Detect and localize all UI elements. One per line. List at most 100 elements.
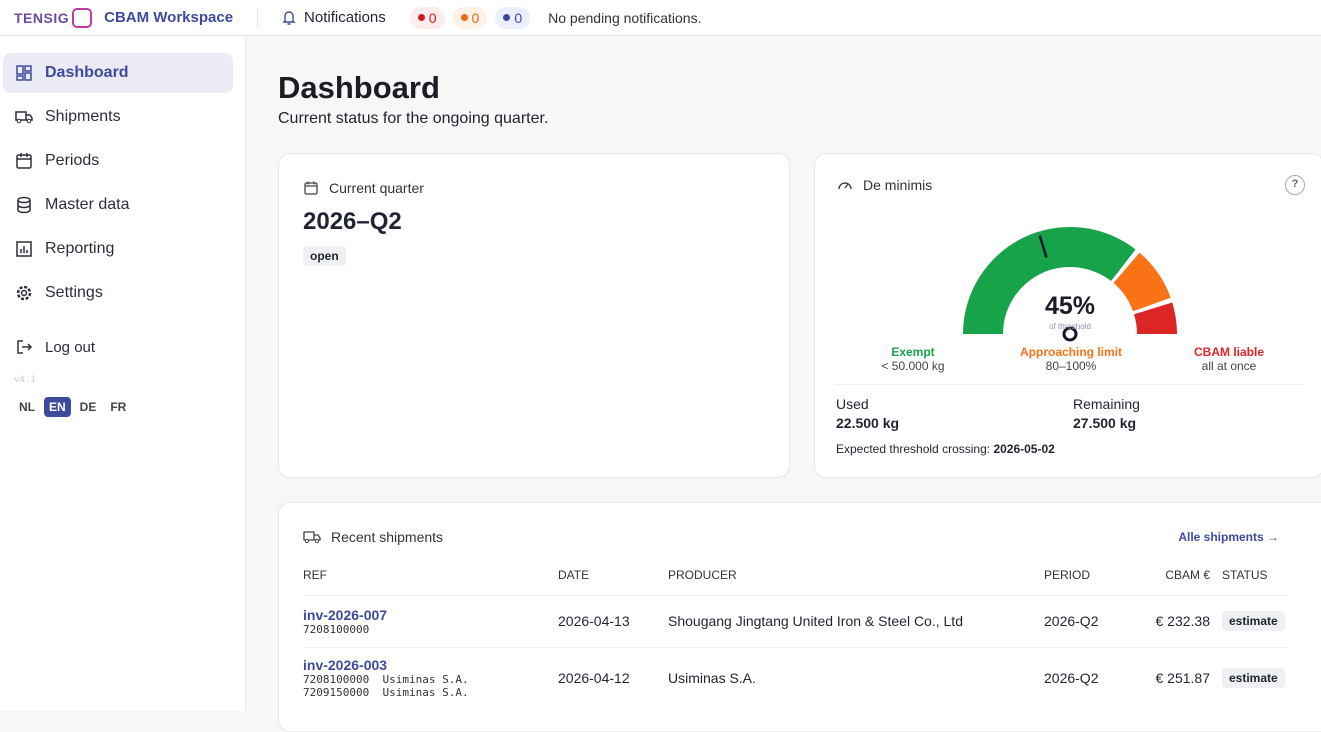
- logo-text: TENSIG: [14, 10, 69, 26]
- sidebar-item-label: Periods: [45, 152, 99, 170]
- logo[interactable]: TENSIG: [14, 8, 92, 28]
- sidebar-item-label: Shipments: [45, 108, 121, 126]
- zone-name: Approaching limit: [1001, 345, 1141, 359]
- sidebar-item-label: Settings: [45, 284, 103, 302]
- page-subtitle: Current status for the ongoing quarter.: [278, 110, 548, 128]
- sidebar-item-master-data[interactable]: Master data: [3, 185, 233, 225]
- status-badge: open: [303, 246, 346, 266]
- column-header[interactable]: PERIOD: [1044, 565, 1132, 595]
- column-header[interactable]: STATUS: [1222, 565, 1289, 595]
- gauge-legend-item: CBAM liableall at once: [1159, 345, 1299, 373]
- used-label: Used: [836, 396, 899, 412]
- database-icon: [15, 196, 33, 214]
- zone-desc: 80–100%: [1046, 359, 1097, 373]
- period-cell: 2026-Q2: [1044, 647, 1132, 709]
- zone-desc: all at once: [1202, 359, 1257, 373]
- language-de[interactable]: DE: [75, 397, 102, 417]
- zone-name: Exempt: [843, 345, 983, 359]
- table-row[interactable]: inv-2026-00772081000002026-04-13Shougang…: [303, 595, 1289, 647]
- cn-code-line: 7209150000 Usiminas S.A.: [303, 686, 558, 699]
- language-fr[interactable]: FR: [105, 397, 131, 417]
- page-header: Dashboard Current status for the ongoing…: [278, 70, 548, 128]
- cn-code-line: 7208100000: [303, 623, 558, 636]
- card-title: Recent shipments: [331, 529, 443, 545]
- gauge-percent: 45%: [815, 292, 1321, 321]
- sidebar-item-settings[interactable]: Settings: [3, 273, 233, 313]
- sidebar-item-periods[interactable]: Periods: [3, 141, 233, 181]
- logout-label: Log out: [45, 339, 95, 356]
- crossing-label: Expected threshold crossing:: [836, 442, 990, 456]
- zone-name: CBAM liable: [1159, 345, 1299, 359]
- language-switcher: NLENDEFR: [14, 397, 131, 417]
- language-nl[interactable]: NL: [14, 397, 40, 417]
- crossing-date: 2026-05-02: [993, 442, 1054, 456]
- shipment-ref-link[interactable]: inv-2026-003: [303, 657, 558, 673]
- table-row[interactable]: inv-2026-0037208100000 Usiminas S.A.7209…: [303, 647, 1289, 709]
- status-dot-icon: [503, 14, 510, 21]
- sidebar-item-label: Dashboard: [45, 64, 129, 82]
- period-cell: 2026-Q2: [1044, 595, 1132, 647]
- notifications-label: Notifications: [304, 9, 386, 26]
- shipments-table: REFDATEPRODUCERPERIODCBAM €STATUS inv-20…: [303, 565, 1289, 709]
- count: 0: [514, 10, 522, 26]
- logout-button[interactable]: Log out: [3, 327, 233, 367]
- card-title: Current quarter: [329, 180, 424, 196]
- producer-cell: Shougang Jingtang United Iron & Steel Co…: [668, 595, 1044, 647]
- gear-icon: [15, 284, 33, 302]
- app-title: CBAM Workspace: [104, 9, 233, 26]
- de-minimis-card: De minimis ? 45% of threshold Exempt< 50…: [814, 153, 1321, 478]
- status-dot-icon: [461, 14, 468, 21]
- language-en[interactable]: EN: [44, 397, 71, 417]
- logout-icon: [15, 338, 33, 356]
- cbam-cell: € 232.38: [1132, 595, 1222, 647]
- column-header[interactable]: REF: [303, 565, 558, 595]
- quarter-value: 2026–Q2: [303, 208, 765, 236]
- gauge-legend-item: Approaching limit80–100%: [1001, 345, 1141, 373]
- sidebar-item-reporting[interactable]: Reporting: [3, 229, 233, 269]
- truck-icon: [303, 530, 321, 544]
- divider: [835, 384, 1305, 385]
- count: 0: [472, 10, 480, 26]
- notification-count-badge[interactable]: 0: [453, 7, 488, 29]
- grid-icon: [15, 64, 33, 82]
- status-badge: estimate: [1222, 668, 1285, 688]
- version: v4.1: [14, 375, 36, 385]
- bell-icon: [282, 10, 296, 26]
- date-cell: 2026-04-13: [558, 595, 668, 647]
- calendar-icon: [303, 180, 319, 196]
- shipment-ref-link[interactable]: inv-2026-007: [303, 607, 558, 623]
- gauge-caption: of threshold: [815, 322, 1321, 331]
- logo-icon: [72, 8, 92, 28]
- column-header[interactable]: DATE: [558, 565, 668, 595]
- sidebar-item-dashboard[interactable]: Dashboard: [3, 53, 233, 93]
- notifications-button[interactable]: Notifications: [282, 9, 386, 26]
- notification-message: No pending notifications.: [548, 10, 701, 26]
- status-badge: estimate: [1222, 611, 1285, 631]
- current-quarter-card: Current quarter 2026–Q2 open: [278, 153, 790, 478]
- zone-desc: < 50.000 kg: [881, 359, 944, 373]
- column-header[interactable]: PRODUCER: [668, 565, 1044, 595]
- calendar-icon: [15, 152, 33, 170]
- used-value: 22.500 kg: [836, 415, 899, 431]
- sidebar-item-shipments[interactable]: Shipments: [3, 97, 233, 137]
- column-header[interactable]: CBAM €: [1132, 565, 1222, 595]
- top-bar: TENSIG CBAM Workspace Notifications 000 …: [0, 0, 1321, 36]
- all-shipments-link[interactable]: Alle shipments →: [1178, 530, 1279, 544]
- cbam-cell: € 251.87: [1132, 647, 1222, 709]
- chart-icon: [15, 240, 33, 258]
- remaining-value: 27.500 kg: [1073, 415, 1140, 431]
- producer-cell: Usiminas S.A.: [668, 647, 1044, 709]
- sidebar-item-label: Master data: [45, 196, 129, 214]
- gauge-legend-item: Exempt< 50.000 kg: [843, 345, 983, 373]
- status-dot-icon: [418, 14, 425, 21]
- truck-icon: [15, 108, 33, 126]
- remaining-label: Remaining: [1073, 396, 1140, 412]
- cn-code-line: 7208100000 Usiminas S.A.: [303, 673, 558, 686]
- sidebar-item-label: Reporting: [45, 240, 114, 258]
- notification-count-badge[interactable]: 0: [495, 7, 530, 29]
- count: 0: [429, 10, 437, 26]
- page-title: Dashboard: [278, 70, 548, 106]
- notification-count-badge[interactable]: 0: [410, 7, 445, 29]
- sidebar: Dashboard Shipments Periods Master data Repo…: [0, 37, 246, 711]
- date-cell: 2026-04-12: [558, 647, 668, 709]
